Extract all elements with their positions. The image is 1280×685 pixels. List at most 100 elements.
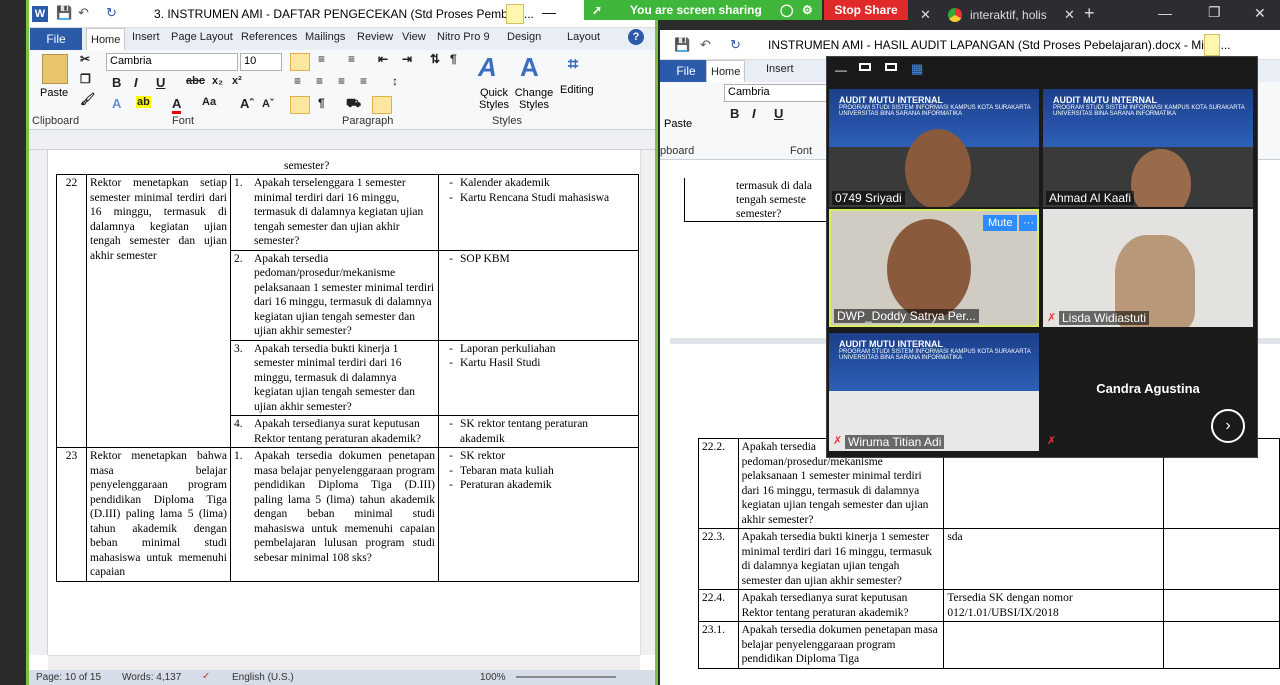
decrease-indent-icon[interactable]: ⇤: [378, 52, 388, 66]
word-count[interactable]: Words: 4,137: [122, 672, 181, 683]
participant-tile[interactable]: Candra Agustina ✗ ›: [1043, 333, 1253, 451]
close-tab-icon[interactable]: ✕: [920, 7, 931, 23]
change-case-icon[interactable]: Aa: [202, 96, 216, 108]
sort-icon[interactable]: ⇅: [430, 52, 440, 66]
participant-tile[interactable]: AUDIT MUTU INTERNAL PROGRAM STUDI SISTEM…: [1043, 89, 1253, 207]
editing-button[interactable]: Editing: [560, 84, 594, 96]
tab-view[interactable]: View: [402, 31, 426, 43]
paste-button[interactable]: Paste: [40, 87, 68, 99]
undo-icon[interactable]: ↶: [78, 5, 89, 21]
tab-layout[interactable]: Layout: [567, 31, 600, 43]
tab-mailings[interactable]: Mailings: [305, 31, 345, 43]
maximize-icon[interactable]: ❐: [1208, 4, 1221, 21]
gallery-view-icon[interactable]: ▦: [911, 61, 923, 77]
change-styles-icon[interactable]: A: [520, 52, 539, 83]
language-indicator[interactable]: English (U.S.): [232, 672, 294, 683]
show-marks-icon[interactable]: ¶: [450, 52, 457, 66]
font-color-icon[interactable]: A: [172, 96, 182, 114]
align-center-icon[interactable]: ≡: [316, 74, 323, 88]
ltr-icon[interactable]: [290, 96, 310, 114]
pause-icon[interactable]: ◯: [780, 0, 793, 20]
zoom-level[interactable]: 100%: [480, 672, 506, 683]
copy-icon[interactable]: ❐: [80, 72, 91, 86]
participant-tile[interactable]: ✗ Lisda Widiastuti: [1043, 209, 1253, 327]
tab-page-layout[interactable]: Page Layout: [171, 31, 233, 43]
zoom-slider[interactable]: [516, 676, 616, 678]
change-styles-button[interactable]: Change Styles: [512, 87, 556, 111]
subscript-button[interactable]: x₂: [212, 75, 223, 87]
tab-nitro[interactable]: Nitro Pro 9: [437, 31, 490, 43]
strikethrough-button[interactable]: abc: [186, 75, 205, 87]
underline-button[interactable]: U: [774, 106, 783, 121]
rtl-icon[interactable]: ¶: [318, 96, 325, 110]
tab-references[interactable]: References: [241, 31, 297, 43]
notes-cell[interactable]: [1163, 528, 1280, 590]
minimize-icon[interactable]: —: [835, 63, 847, 77]
new-tab-icon[interactable]: +: [1084, 3, 1095, 24]
paste-icon[interactable]: [42, 54, 68, 84]
proofing-icon[interactable]: ✓: [202, 671, 210, 682]
increase-indent-icon[interactable]: ⇥: [402, 52, 412, 66]
font-name-select[interactable]: Cambria: [724, 84, 834, 102]
redo-icon[interactable]: ↻: [106, 5, 117, 21]
justify-icon[interactable]: ≡: [360, 74, 367, 88]
help-icon[interactable]: ?: [628, 29, 644, 45]
text-effects-icon[interactable]: A: [112, 96, 121, 111]
close-tab-icon[interactable]: ✕: [1064, 7, 1075, 23]
underline-button[interactable]: U: [156, 75, 165, 90]
fullscreen-icon[interactable]: [885, 63, 897, 71]
align-left-icon[interactable]: ≡: [294, 74, 301, 88]
save-icon[interactable]: 💾: [56, 5, 72, 21]
redo-icon[interactable]: ↻: [730, 37, 741, 53]
settings-icon[interactable]: ⚙: [802, 0, 813, 20]
vertical-ruler[interactable]: [26, 150, 48, 655]
evidence-cell[interactable]: - SK rektor tentang peraturan akademik: [438, 415, 639, 448]
minimize-icon[interactable]: —: [1158, 5, 1172, 21]
quick-styles-icon[interactable]: A: [478, 52, 497, 83]
tab-file[interactable]: File: [660, 60, 712, 82]
horizontal-ruler[interactable]: [26, 130, 658, 150]
zoom-gallery-window[interactable]: — ▦ AUDIT MUTU INTERNAL PROGRAM STUDI SI…: [826, 56, 1258, 458]
font-name-select[interactable]: Cambria: [106, 53, 238, 71]
screen-share-bar[interactable]: ➚ You are screen sharing ◯ ⚙: [584, 0, 822, 20]
next-page-icon[interactable]: ›: [1211, 409, 1245, 443]
document-page[interactable]: semester? 22 Rektor menetapkan setiap se…: [48, 150, 640, 655]
superscript-button[interactable]: x²: [232, 75, 242, 87]
notes-cell[interactable]: [1163, 589, 1280, 622]
highlight-icon[interactable]: ab: [136, 96, 151, 108]
bold-button[interactable]: B: [730, 106, 739, 121]
multilevel-icon[interactable]: ≡: [348, 52, 355, 66]
tab-insert[interactable]: Insert: [766, 63, 794, 75]
more-options-button[interactable]: ···: [1019, 215, 1037, 231]
participant-tile[interactable]: AUDIT MUTU INTERNAL PROGRAM STUDI SISTEM…: [829, 89, 1039, 207]
stop-share-label[interactable]: Stop Share: [834, 3, 897, 17]
italic-button[interactable]: I: [134, 75, 138, 90]
bold-button[interactable]: B: [112, 75, 121, 90]
tab-home[interactable]: Home: [706, 60, 746, 82]
font-size-select[interactable]: 10: [240, 53, 282, 71]
italic-button[interactable]: I: [752, 106, 756, 121]
undo-icon[interactable]: ↶: [700, 37, 711, 53]
tab-home[interactable]: Home: [86, 28, 126, 50]
answer-cell[interactable]: [943, 621, 1165, 669]
page-count[interactable]: Page: 10 of 15: [36, 672, 101, 683]
vertical-scrollbar[interactable]: [640, 150, 658, 655]
numbering-icon[interactable]: ≡: [318, 52, 325, 66]
quick-styles-button[interactable]: Quick Styles: [472, 87, 516, 111]
minimize-icon[interactable]: —: [542, 4, 556, 20]
participant-tile[interactable]: Mute ··· DWP_Doddy Satrya Per...: [829, 209, 1039, 327]
browser-tab-title[interactable]: interaktif, holis: [970, 8, 1047, 22]
tab-design[interactable]: Design: [507, 31, 541, 43]
borders-icon[interactable]: [372, 96, 392, 114]
tab-review[interactable]: Review: [357, 31, 393, 43]
shrink-font-icon[interactable]: Aˇ: [262, 98, 274, 110]
grow-font-icon[interactable]: Aˆ: [240, 96, 254, 111]
tab-file[interactable]: File: [30, 28, 82, 50]
line-spacing-icon[interactable]: ↕: [392, 74, 398, 88]
close-window-icon[interactable]: ✕: [1254, 5, 1266, 22]
answer-cell[interactable]: Tersedia SK dengan nomor 012/1.01/UBSI/I…: [943, 589, 1165, 622]
save-icon[interactable]: 💾: [674, 37, 690, 53]
paste-button[interactable]: Paste: [664, 118, 692, 130]
bullets-icon[interactable]: [290, 53, 310, 71]
horizontal-scrollbar[interactable]: [48, 655, 640, 670]
